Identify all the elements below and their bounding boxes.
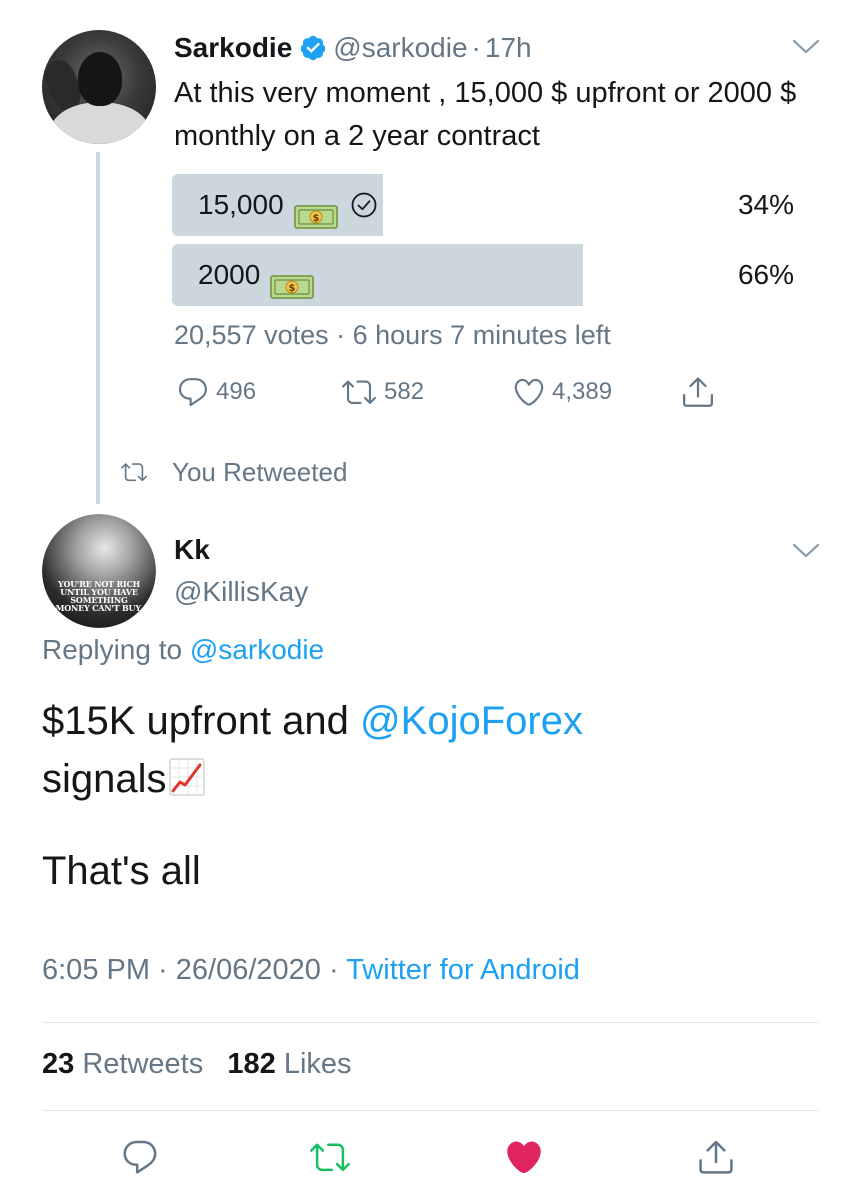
- thread-line: [96, 152, 100, 504]
- poll-option-text: 2000: [198, 259, 261, 290]
- author-name[interactable]: Sarkodie: [174, 32, 292, 64]
- poll-option-percent: 34%: [737, 189, 794, 220]
- tweet-header: Sarkodie @sarkodie · 17h: [174, 30, 532, 66]
- like-count: 4,389: [552, 378, 613, 405]
- you-retweeted-indicator: You Retweeted: [118, 453, 347, 491]
- separator-dot: ·: [471, 32, 481, 63]
- svg-text:$: $: [289, 283, 296, 294]
- author-name[interactable]: Kk: [174, 534, 210, 566]
- poll-option-text: 15,000: [198, 189, 284, 220]
- verified-badge-icon: [301, 35, 326, 61]
- retweet-count: 582: [384, 378, 425, 405]
- divider: [42, 1022, 818, 1023]
- divider: [42, 1110, 818, 1111]
- money-bill-emoji: $: [293, 191, 338, 229]
- you-retweeted-label: You Retweeted: [172, 456, 348, 487]
- killiskay-avatar[interactable]: YOU'RE NOT RICH UNTIL YOU HAVE SOMETHING…: [42, 514, 156, 628]
- reply-count: 496: [216, 378, 257, 405]
- poll-option-1: 15,000 $ 34%: [172, 174, 794, 236]
- share-button[interactable]: [680, 372, 722, 412]
- avatar-quote: YOU'RE NOT RICH UNTIL YOU HAVE SOMETHING…: [55, 579, 143, 613]
- mention-link[interactable]: @KojoForex: [360, 699, 583, 743]
- money-bill-emoji: $: [270, 261, 315, 299]
- replying-to: Replying to @sarkodie: [42, 634, 324, 666]
- poll-option-label: 15,000 $: [198, 174, 378, 236]
- author-handle[interactable]: @sarkodie: [333, 32, 467, 64]
- poll-option-label: 2000 $: [198, 244, 315, 306]
- poll-option-percent: 66%: [737, 259, 794, 290]
- like-button[interactable]: 4,389: [512, 372, 612, 412]
- sarkodie-avatar[interactable]: [42, 30, 156, 144]
- retweets-stat[interactable]: 23 Retweets: [42, 1048, 211, 1080]
- reply-text-line2: That's all: [42, 849, 201, 893]
- retweet-icon: [342, 380, 376, 404]
- check-circle-icon: [351, 192, 377, 218]
- author-handle[interactable]: @KillisKay: [174, 576, 308, 608]
- tweet-time[interactable]: 17h: [485, 32, 532, 64]
- retweet-icon: [121, 463, 147, 482]
- likes-stat[interactable]: 182 Likes: [227, 1048, 351, 1080]
- chevron-down-icon[interactable]: [792, 542, 820, 560]
- tweet-meta: 6:05 PM · 26/06/2020 · Twitter for Andro…: [42, 954, 580, 987]
- retweet-icon[interactable]: [310, 1137, 350, 1177]
- reply-text: $15K upfront and @KojoForex signals: [42, 692, 822, 808]
- reply-icon[interactable]: [120, 1137, 160, 1177]
- reply-text-part1: $15K upfront and: [42, 699, 349, 743]
- source-link[interactable]: Twitter for Android: [346, 954, 580, 986]
- chart-increasing-emoji: [168, 758, 205, 796]
- poll-meta: 20,557 votes · 6 hours 7 minutes left: [174, 320, 611, 350]
- replying-prefix: Replying to: [42, 634, 183, 665]
- svg-text:$: $: [312, 213, 319, 224]
- retweet-button[interactable]: 582: [340, 372, 424, 412]
- like-icon[interactable]: [504, 1137, 544, 1177]
- share-icon[interactable]: [696, 1137, 736, 1177]
- tweet-text: At this very moment , 15,000 $ upfront o…: [174, 77, 797, 152]
- share-icon: [683, 377, 713, 407]
- reply-button[interactable]: 496: [176, 372, 256, 412]
- heart-icon: [514, 378, 544, 406]
- reply-icon: [178, 378, 207, 407]
- timestamp: 6:05 PM · 26/06/2020 ·: [42, 954, 339, 986]
- poll-option-2: 2000 $ 66%: [172, 244, 794, 306]
- chevron-down-icon[interactable]: [792, 38, 820, 56]
- replying-to-link[interactable]: @sarkodie: [190, 634, 324, 665]
- engagement-stats: 23 Retweets 182 Likes: [42, 1048, 352, 1081]
- reply-text-part2: signals: [42, 757, 167, 801]
